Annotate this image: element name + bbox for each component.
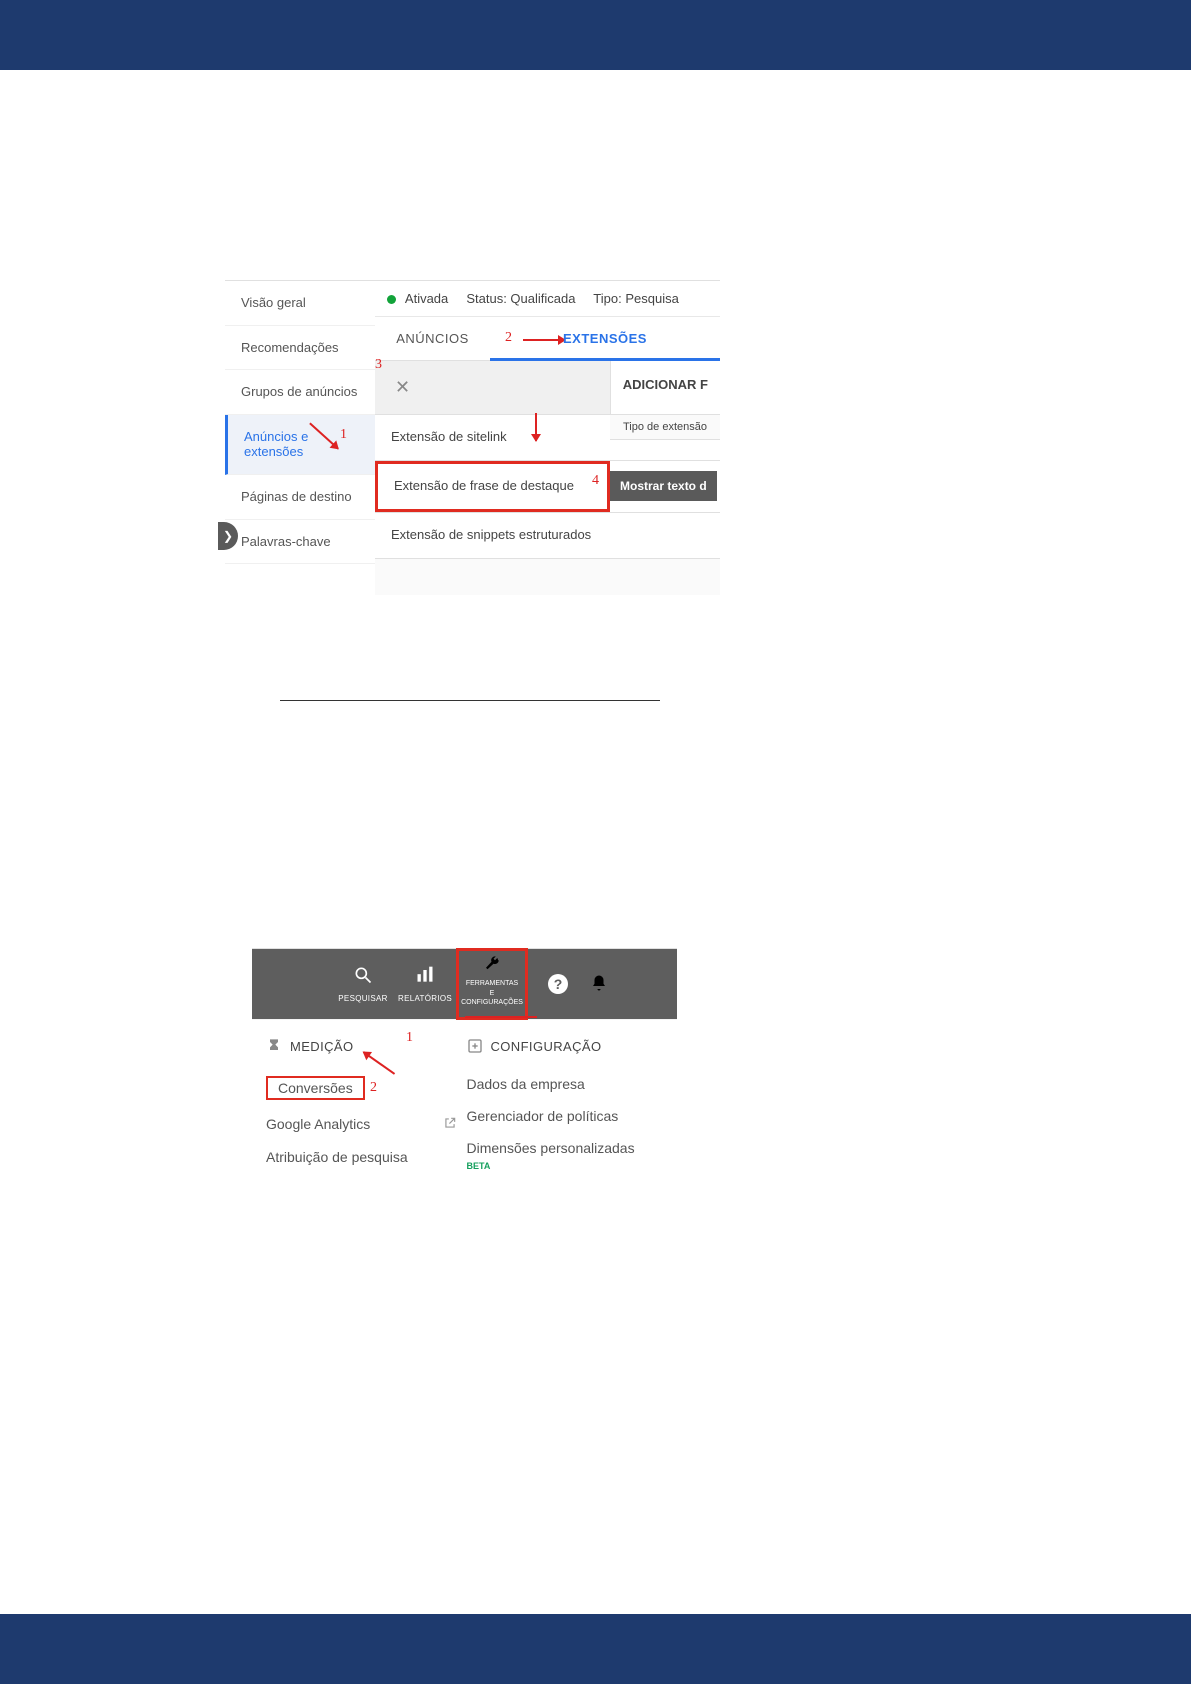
annotation-number-2b: 2: [370, 1080, 377, 1096]
screenshot-tools-menu: PESQUISAR RELATÓRIOS FERRAMENTAS E CONFI…: [252, 948, 677, 1198]
menu-item-business-data[interactable]: Dados da empresa: [467, 1068, 668, 1100]
tabs-bar: ANÚNCIOS 2 EXTENSÕES: [375, 317, 720, 361]
sidebar-item-label: Anúncios e extensões: [244, 429, 308, 460]
extension-label: Extensão de frase de destaque: [394, 478, 574, 493]
extension-row-snippets[interactable]: Extensão de snippets estruturados: [375, 513, 720, 559]
sidebar-item-ads-extensions[interactable]: Anúncios e extensões 1: [225, 415, 375, 475]
annotation-number-3: 3: [375, 357, 382, 373]
section-divider: [280, 700, 660, 701]
toolbar-tools-label-line3: CONFIGURAÇÕES: [461, 999, 523, 1007]
extension-row-callout[interactable]: Extensão de frase de destaque 4 Mostrar …: [375, 461, 720, 513]
toolbar-search-button[interactable]: PESQUISAR: [332, 965, 394, 1003]
add-filter-button[interactable]: ADICIONAR F: [610, 361, 720, 414]
toolbar-reports-button[interactable]: RELATÓRIOS: [394, 965, 456, 1003]
close-icon[interactable]: ✕: [395, 377, 410, 397]
annotation-number-1: 1: [340, 427, 347, 444]
sidebar-item-landing-pages[interactable]: Páginas de destino: [225, 475, 375, 520]
sidebar-item-ad-groups[interactable]: Grupos de anúncios: [225, 370, 375, 415]
column-measurement: 1 MEDIÇÃO Conversões 2 Google Analytics …: [266, 1038, 467, 1180]
toolbar-tools-settings-button[interactable]: FERRAMENTAS E CONFIGURAÇÕES: [456, 948, 528, 1020]
main-panel: Ativada Status: Qualificada Tipo: Pesqui…: [375, 281, 720, 595]
question-icon: ?: [554, 976, 563, 992]
toolbar-reports-label: RELATÓRIOS: [394, 994, 456, 1003]
column-header-extension-type: Tipo de extensão: [610, 415, 720, 440]
annotation-arrow-diagonal-icon: [363, 1051, 395, 1074]
menu-item-conversions[interactable]: Conversões 2: [266, 1068, 467, 1108]
status-qualified: Status: Qualificada: [466, 291, 575, 306]
tools-dropdown-columns: 1 MEDIÇÃO Conversões 2 Google Analytics …: [252, 1019, 677, 1198]
search-icon: [353, 965, 373, 985]
bell-icon[interactable]: [590, 974, 608, 992]
extension-row-sitelink[interactable]: Extensão de sitelink Tipo de extensão: [375, 415, 720, 461]
status-type: Tipo: Pesquisa: [593, 291, 679, 306]
filter-row: 3 ✕ ADICIONAR F: [375, 361, 720, 415]
annotation-number-1b: 1: [406, 1030, 413, 1046]
column-header-label: CONFIGURAÇÃO: [491, 1039, 602, 1054]
extension-label: Extensão de snippets estruturados: [391, 527, 591, 542]
top-toolbar: PESQUISAR RELATÓRIOS FERRAMENTAS E CONFI…: [252, 949, 677, 1019]
annotation-underline: [465, 1016, 537, 1018]
hourglass-icon: [266, 1038, 282, 1054]
menu-item-label: Google Analytics: [266, 1116, 370, 1133]
campaign-status-bar: Ativada Status: Qualificada Tipo: Pesqui…: [375, 281, 720, 317]
help-button[interactable]: ?: [548, 974, 568, 994]
menu-item-custom-dimensions[interactable]: Dimensões personalizadas BETA: [467, 1132, 668, 1180]
menu-item-policy-manager[interactable]: Gerenciador de políticas: [467, 1100, 668, 1132]
left-navigation: Visão geral Recomendações Grupos de anún…: [225, 281, 375, 564]
sidebar-item-recommendations[interactable]: Recomendações: [225, 326, 375, 371]
plus-square-icon: [467, 1038, 483, 1054]
toolbar-tools-label-line1: FERRAMENTAS: [461, 980, 523, 988]
page-header-band: [0, 0, 1191, 70]
menu-item-search-attribution[interactable]: Atribuição de pesquisa: [266, 1141, 467, 1173]
tab-extensions[interactable]: EXTENSÕES: [490, 317, 720, 360]
beta-badge: BETA: [467, 1161, 491, 1171]
screenshot-extensions: Visão geral Recomendações Grupos de anún…: [225, 280, 720, 595]
tab-ads[interactable]: ANÚNCIOS: [375, 317, 490, 360]
annotation-arrow-down-icon: [535, 413, 537, 441]
status-enabled: Ativada: [405, 291, 448, 306]
sidebar-item-overview[interactable]: Visão geral: [225, 281, 375, 326]
wrench-icon: [483, 955, 501, 973]
sidebar-item-keywords[interactable]: Palavras-chave: [225, 520, 375, 565]
menu-item-label: Dimensões personalizadas: [467, 1140, 635, 1156]
toolbar-tools-label-line2: E: [461, 990, 523, 998]
column-configuration: CONFIGURAÇÃO Dados da empresa Gerenciado…: [467, 1038, 668, 1180]
annotation-number-4: 4: [592, 472, 599, 490]
toolbar-search-label: PESQUISAR: [332, 994, 394, 1003]
extension-label: Extensão de sitelink: [391, 429, 507, 444]
chevron-right-icon: ❯: [223, 529, 233, 543]
chart-icon: [415, 965, 435, 985]
column-header-label: MEDIÇÃO: [290, 1039, 353, 1054]
status-dot-icon: [387, 295, 396, 304]
show-text-button[interactable]: Mostrar texto d: [610, 471, 717, 501]
conversions-highlight-box: Conversões: [266, 1076, 365, 1100]
external-link-icon: [443, 1116, 457, 1133]
menu-item-google-analytics[interactable]: Google Analytics: [266, 1108, 467, 1141]
page-footer-band: [0, 1614, 1191, 1684]
